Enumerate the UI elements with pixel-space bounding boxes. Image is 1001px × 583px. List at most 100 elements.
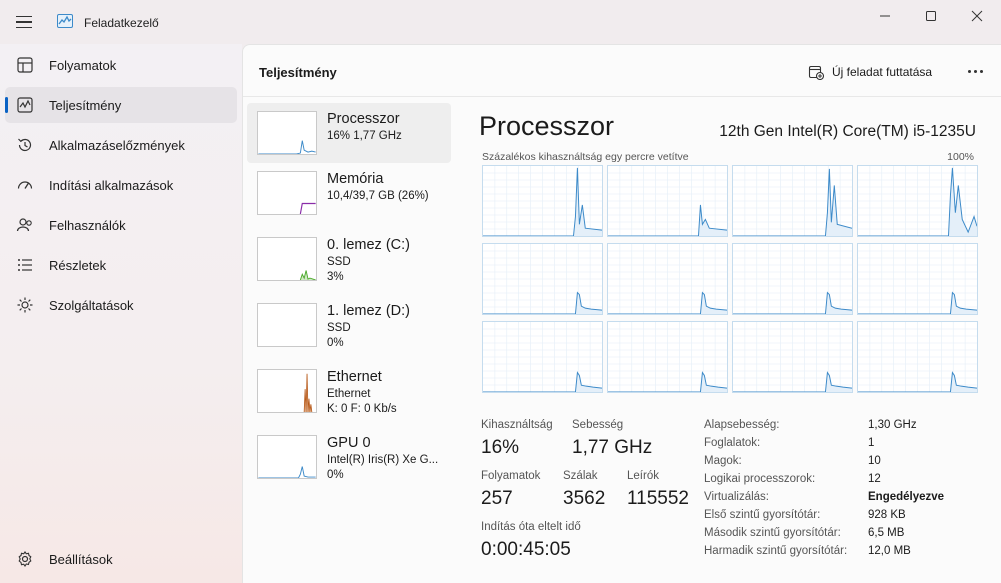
spec-label: Alapsebesség: [704, 419, 780, 431]
device-info: 10,4/39,7 GB (26%) [327, 190, 429, 202]
threads-label: Szálak [563, 470, 598, 482]
nav-label: Részletek [49, 258, 107, 273]
spec-value: 1,30 GHz [868, 419, 917, 431]
services-icon [17, 297, 33, 313]
graph-max-label: 100% [947, 151, 974, 163]
nav-item-users[interactable]: Felhasználók [5, 207, 237, 243]
device-name: 1. lemez (D:) [327, 303, 410, 319]
spec-value: 1 [868, 437, 875, 449]
device-item-disk-0[interactable]: 0. lemez (C:) SSD 3% [247, 229, 451, 289]
nav-label: Szolgáltatások [49, 298, 134, 313]
processes-icon [17, 57, 33, 73]
speed-label: Sebesség [572, 419, 624, 431]
nav-item-app-history[interactable]: Alkalmazáselőzmények [5, 127, 237, 163]
spec-label: Első szintű gyorsítótár: [704, 509, 821, 521]
close-button[interactable] [954, 0, 1000, 32]
handles-label: Leírók [627, 470, 659, 482]
device-info: Intel(R) Iris(R) Xe G... [327, 454, 439, 466]
processes-label: Folyamatok [481, 470, 541, 482]
handles-value: 115552 [627, 488, 689, 509]
sidebar: Folyamatok Teljesítmény Alkalmazáselőzmé… [0, 44, 242, 583]
main-header: Teljesítmény Új feladat futtatása [243, 45, 1001, 97]
spec-label: Virtualizálás: [704, 491, 769, 503]
close-icon [971, 10, 983, 22]
nav-label: Folyamatok [49, 58, 117, 73]
disk-1-thumbnail-graph [257, 303, 317, 347]
disk-0-thumbnail-graph [257, 237, 317, 281]
uptime-label: Indítás óta eltelt idő [481, 521, 581, 533]
spec-value: 928 KB [868, 509, 906, 521]
nav-item-performance[interactable]: Teljesítmény [5, 87, 237, 123]
spec-label: Harmadik szintű gyorsítótár: [704, 545, 848, 557]
spec-label: Magok: [704, 455, 742, 467]
maximize-button[interactable] [908, 0, 954, 32]
device-item-memory[interactable]: Memória 10,4/39,7 GB (26%) [247, 163, 451, 223]
logical-processor-graph [732, 243, 853, 315]
gear-icon [18, 551, 32, 567]
device-item-gpu[interactable]: GPU 0 Intel(R) Iris(R) Xe G... 0% [247, 427, 451, 487]
nav-label: Indítási alkalmazások [49, 178, 174, 193]
logical-processor-graph [607, 165, 728, 237]
nav-item-details[interactable]: Részletek [5, 247, 237, 283]
device-name: 0. lemez (C:) [327, 237, 410, 253]
utilization-label: Kihasználtság [481, 419, 553, 431]
main-panel: Teljesítmény Új feladat futtatása Proces… [242, 44, 1001, 583]
nav-item-services[interactable]: Szolgáltatások [5, 287, 237, 323]
speed-value: 1,77 GHz [572, 437, 653, 458]
details-icon [18, 259, 32, 271]
device-item-cpu[interactable]: Processzor 16% 1,77 GHz [247, 103, 451, 163]
spec-value: 12,0 MB [868, 545, 911, 557]
spec-value: Engedélyezve [868, 491, 945, 503]
nav-item-processes[interactable]: Folyamatok [5, 47, 237, 83]
nav-item-settings[interactable]: Beállítások [5, 541, 237, 577]
spec-value: 12 [868, 473, 881, 485]
device-item-disk-1[interactable]: 1. lemez (D:) SSD 0% [247, 295, 451, 355]
device-usage: K: 0 F: 0 Kb/s [327, 403, 397, 415]
device-name: Ethernet [327, 369, 382, 385]
nav-item-startup-apps[interactable]: Indítási alkalmazások [5, 167, 237, 203]
device-info: Ethernet [327, 388, 371, 400]
memory-thumbnail-graph [257, 171, 317, 215]
performance-icon [17, 97, 33, 113]
nav-label: Alkalmazáselőzmények [49, 138, 185, 153]
utilization-value: 16% [481, 437, 520, 458]
active-indicator [5, 97, 8, 113]
gpu-thumbnail-graph [257, 435, 317, 479]
history-icon [18, 138, 32, 152]
detail-title: Processzor [479, 111, 615, 141]
logical-processor-graph [857, 243, 978, 315]
device-info: SSD [327, 256, 351, 268]
run-task-label: Új feladat futtatása [832, 65, 933, 79]
page-title: Teljesítmény [259, 65, 337, 80]
processes-value: 257 [481, 488, 513, 509]
spec-label: Második szintű gyorsítótár: [704, 527, 841, 539]
maximize-icon [926, 11, 936, 21]
ethernet-thumbnail-graph [257, 369, 317, 413]
device-item-ethernet[interactable]: Ethernet Ethernet K: 0 F: 0 Kb/s [247, 361, 451, 421]
startup-icon [17, 181, 33, 189]
logical-processor-graph [482, 321, 603, 393]
nav-label: Felhasználók [49, 218, 126, 233]
spec-label: Logikai processzorok: [704, 473, 816, 485]
logical-processor-graph [732, 165, 853, 237]
logical-processor-graph [857, 321, 978, 393]
cpu-model: 12th Gen Intel(R) Core(TM) i5-1235U [719, 123, 976, 140]
minimize-icon [880, 15, 890, 17]
app-title: Feladatkezelő [84, 16, 159, 30]
logical-processor-graph [607, 243, 728, 315]
device-usage: 3% [327, 271, 344, 283]
spec-value: 6,5 MB [868, 527, 905, 539]
hamburger-menu-icon[interactable] [16, 16, 32, 29]
spec-label: Foglalatok: [704, 437, 761, 449]
device-name: Processzor [327, 111, 400, 127]
device-name: GPU 0 [327, 435, 371, 451]
run-new-task-button[interactable]: Új feladat futtatása [808, 62, 932, 82]
minimize-button[interactable] [862, 0, 908, 32]
device-usage: 0% [327, 337, 344, 349]
device-info: SSD [327, 322, 351, 334]
task-manager-app-icon [57, 14, 73, 28]
more-options-button[interactable] [963, 61, 987, 81]
device-name: Memória [327, 171, 384, 187]
cpu-thumbnail-graph [257, 111, 317, 155]
threads-value: 3562 [563, 488, 606, 509]
